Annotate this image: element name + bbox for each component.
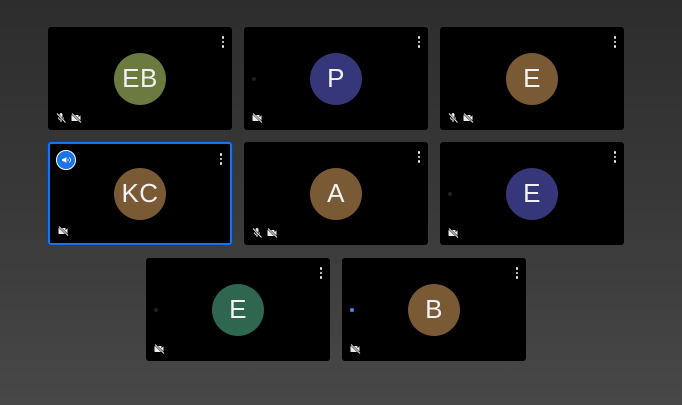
status-icons <box>447 227 460 239</box>
participant-tile[interactable]: E <box>146 258 330 361</box>
videocam-off-icon <box>70 112 83 124</box>
avatar: E <box>212 283 264 336</box>
status-icons <box>251 227 279 239</box>
mic-off-icon <box>447 112 459 124</box>
audio-indicator <box>252 76 256 81</box>
videocam-off-icon <box>251 112 264 124</box>
participant-tile[interactable]: P <box>244 27 428 130</box>
status-icons <box>251 112 264 124</box>
more-options-icon[interactable] <box>515 267 519 279</box>
avatar: E <box>506 52 558 105</box>
audio-indicator <box>154 307 158 312</box>
speaking-indicator <box>350 307 354 312</box>
more-options-icon[interactable] <box>221 36 225 48</box>
videocam-off-icon <box>266 227 279 239</box>
more-options-icon[interactable] <box>417 151 421 163</box>
avatar: EB <box>114 52 166 105</box>
participant-tile[interactable]: EB <box>48 27 232 130</box>
status-icons <box>447 112 475 124</box>
participant-tile[interactable]: E <box>440 27 624 130</box>
more-options-icon[interactable] <box>219 153 223 165</box>
avatar: KC <box>114 167 166 220</box>
videocam-off-icon <box>153 343 166 355</box>
participant-tile[interactable]: A <box>244 142 428 245</box>
participant-tile[interactable]: KC <box>48 142 232 245</box>
videocam-off-icon <box>447 227 460 239</box>
mic-off-icon <box>251 227 263 239</box>
mic-off-icon <box>55 112 67 124</box>
status-icons <box>55 112 83 124</box>
videocam-off-icon <box>462 112 475 124</box>
more-options-icon[interactable] <box>319 267 323 279</box>
videocam-off-icon <box>349 343 362 355</box>
audio-indicator <box>448 191 452 196</box>
videocam-off-icon <box>57 225 70 237</box>
status-icons <box>153 343 166 355</box>
participant-tile[interactable]: E <box>440 142 624 245</box>
status-icons <box>349 343 362 355</box>
avatar: A <box>310 167 362 220</box>
megaphone-icon <box>56 150 76 170</box>
participant-grid: EB P E KC A E E B <box>0 0 682 405</box>
status-icons <box>57 225 70 237</box>
participant-tile[interactable]: B <box>342 258 526 361</box>
more-options-icon[interactable] <box>613 36 617 48</box>
more-options-icon[interactable] <box>613 151 617 163</box>
avatar: B <box>408 283 460 336</box>
more-options-icon[interactable] <box>417 36 421 48</box>
avatar: E <box>506 167 558 220</box>
avatar: P <box>310 52 362 105</box>
